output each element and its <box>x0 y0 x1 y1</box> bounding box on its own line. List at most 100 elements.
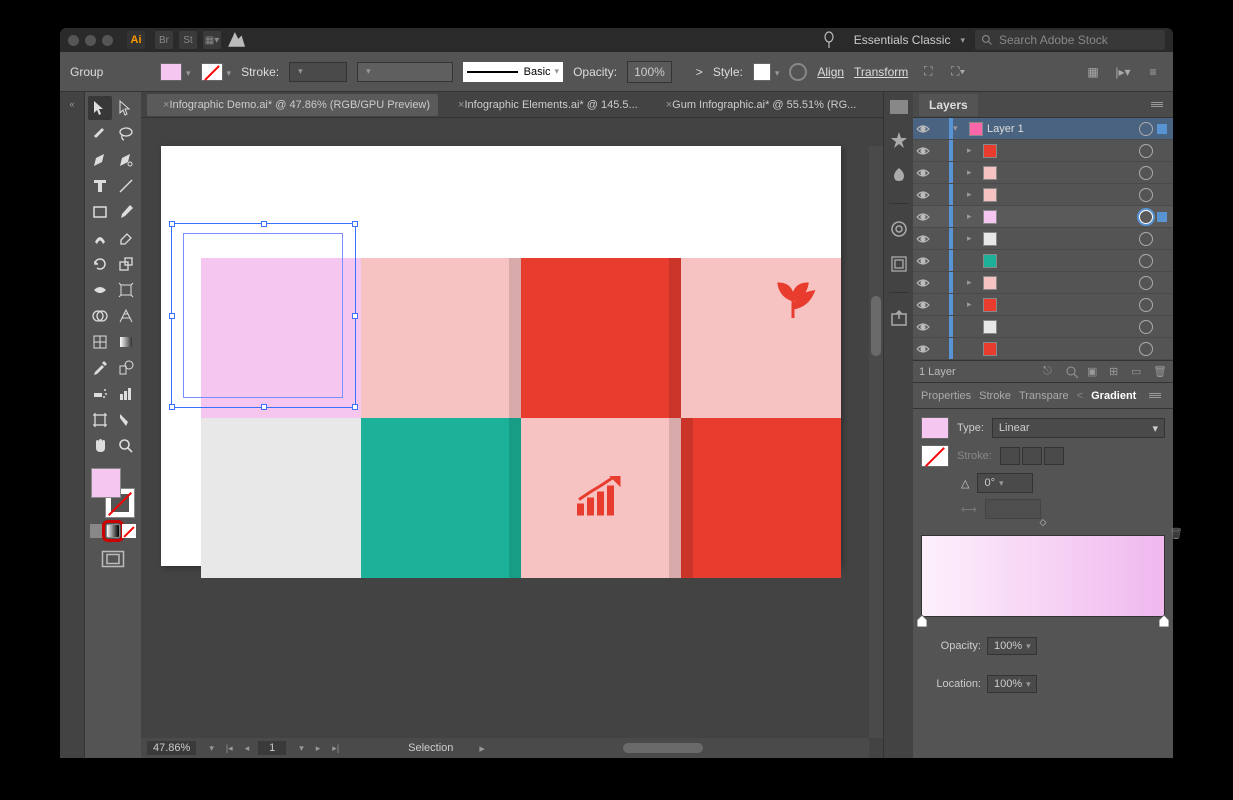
traffic-min[interactable] <box>85 35 96 46</box>
stroke-control[interactable] <box>201 61 232 83</box>
target-icon[interactable] <box>1139 232 1153 246</box>
expand-icon[interactable]: ▸ <box>967 277 979 288</box>
locate-layer-icon[interactable]: ⎋ <box>1043 365 1057 379</box>
status-more[interactable]: ▸ <box>479 742 485 755</box>
layer-row[interactable]: ▸ <box>913 206 1173 228</box>
cell-6[interactable] <box>361 418 521 578</box>
expand-icon[interactable]: ▸ <box>967 233 979 244</box>
zoom-tool[interactable] <box>114 434 138 458</box>
zoom-dd[interactable] <box>202 743 217 754</box>
v-scrollbar[interactable] <box>869 146 883 738</box>
eraser-tool[interactable] <box>114 226 138 250</box>
layer-row[interactable]: ▾Layer 1 <box>913 118 1173 140</box>
layer-row[interactable] <box>913 338 1173 360</box>
lasso-tool[interactable] <box>114 122 138 146</box>
cell-5[interactable] <box>201 418 361 578</box>
stroke-tab[interactable]: Stroke <box>979 390 1011 402</box>
color-dock-icon[interactable] <box>890 100 908 117</box>
gradient-ramp[interactable] <box>921 535 1165 617</box>
help-icon[interactable] <box>814 30 844 50</box>
brush-def[interactable]: Basic <box>463 62 563 82</box>
v-scroll-thumb[interactable] <box>871 296 881 356</box>
color-mode-btn[interactable] <box>90 524 104 538</box>
shape-builder-tool[interactable] <box>88 304 112 328</box>
traffic-close[interactable] <box>68 35 79 46</box>
screen-mode-btn[interactable] <box>101 550 125 568</box>
cell-7[interactable] <box>521 418 681 578</box>
make-clip-icon[interactable]: ▣ <box>1087 365 1101 379</box>
visibility-icon[interactable] <box>913 190 933 200</box>
visibility-icon[interactable] <box>913 168 933 178</box>
layer-row[interactable]: ▸ <box>913 272 1173 294</box>
target-icon[interactable] <box>1139 320 1153 334</box>
scale-tool[interactable] <box>114 252 138 276</box>
page-dd[interactable] <box>292 743 307 754</box>
expand-icon[interactable]: ▸ <box>967 167 979 178</box>
bridge-icon[interactable]: Br <box>155 31 173 49</box>
panel-menu-icon[interactable] <box>1147 102 1167 107</box>
target-icon[interactable] <box>1139 342 1153 356</box>
page-field[interactable]: 1 <box>258 741 286 755</box>
selection-tool[interactable] <box>88 96 112 120</box>
appearance-dock-icon[interactable] <box>890 220 908 241</box>
stroke-grad-1[interactable] <box>1000 447 1020 465</box>
layer-row[interactable]: ▸ <box>913 140 1173 162</box>
brushes-dock-icon[interactable] <box>890 166 908 187</box>
layer-row[interactable] <box>913 250 1173 272</box>
line-tool[interactable] <box>114 174 138 198</box>
fill-control[interactable] <box>160 61 191 83</box>
first-page-btn[interactable]: |◂ <box>223 743 236 754</box>
collapse-tools-icon[interactable]: « <box>64 98 80 110</box>
visibility-icon[interactable] <box>913 322 933 332</box>
column-graph-tool[interactable] <box>114 382 138 406</box>
styles-dock-icon[interactable] <box>890 255 908 276</box>
symbol-sprayer-tool[interactable] <box>88 382 112 406</box>
isolate-icon[interactable]: ⛶ <box>918 62 938 82</box>
crop-icon[interactable]: ⛶▾ <box>948 62 968 82</box>
layers-tab[interactable]: Layers <box>919 94 978 116</box>
swatches-dock-icon[interactable] <box>890 131 908 152</box>
target-icon[interactable] <box>1139 188 1153 202</box>
gradient-mode-btn[interactable] <box>106 524 120 538</box>
expand-icon[interactable]: ▸ <box>967 189 979 200</box>
target-icon[interactable] <box>1139 210 1153 224</box>
gpu-preview-icon[interactable] <box>227 31 245 49</box>
gradient-tool[interactable] <box>114 330 138 354</box>
perspective-tool[interactable] <box>114 304 138 328</box>
panel-menu-icon[interactable] <box>1145 393 1165 398</box>
paintbrush-tool[interactable] <box>114 200 138 224</box>
fill-stroke-swatch[interactable] <box>91 468 135 518</box>
align-link[interactable]: Align <box>817 61 844 83</box>
layer-row[interactable] <box>913 316 1173 338</box>
gradient-stroke-swatch[interactable] <box>921 445 949 467</box>
midpoint-diamond[interactable]: ◇ <box>1040 517 1047 528</box>
properties-tab[interactable]: Properties <box>921 390 971 402</box>
rotate-tool[interactable] <box>88 252 112 276</box>
grad-location-field[interactable]: 100% <box>987 675 1037 693</box>
width-tool[interactable] <box>88 278 112 302</box>
next-page-btn[interactable]: ▸ <box>313 743 324 754</box>
curvature-tool[interactable] <box>114 148 138 172</box>
direct-selection-tool[interactable] <box>114 96 138 120</box>
mesh-tool[interactable] <box>88 330 112 354</box>
stroke-weight[interactable] <box>289 62 347 82</box>
layer-row[interactable]: ▸ <box>913 184 1173 206</box>
layer-row[interactable]: ▸ <box>913 228 1173 250</box>
stroke-grad-3[interactable] <box>1044 447 1064 465</box>
gradient-angle-field[interactable]: 0° <box>977 473 1033 493</box>
gradient-stop-right[interactable] <box>1159 615 1169 627</box>
expand-icon[interactable]: ▾ <box>953 123 965 134</box>
traffic-max[interactable] <box>102 35 113 46</box>
cell-4[interactable] <box>681 258 841 418</box>
target-icon[interactable] <box>1139 276 1153 290</box>
doc-tab-1[interactable]: ×Infographic Elements.ai* @ 145.5... <box>442 94 646 116</box>
recolor-icon[interactable] <box>789 61 807 83</box>
grad-opacity-field[interactable]: 100% <box>987 637 1037 655</box>
prev-page-btn[interactable]: ◂ <box>242 743 253 754</box>
transform-link[interactable]: Transform <box>854 61 908 83</box>
magic-wand-tool[interactable] <box>88 122 112 146</box>
delete-stop-icon[interactable]: 🗑 <box>1169 527 1183 540</box>
layer-row[interactable]: ▸ <box>913 162 1173 184</box>
zoom-field[interactable]: 47.86% <box>147 741 196 755</box>
target-icon[interactable] <box>1139 298 1153 312</box>
